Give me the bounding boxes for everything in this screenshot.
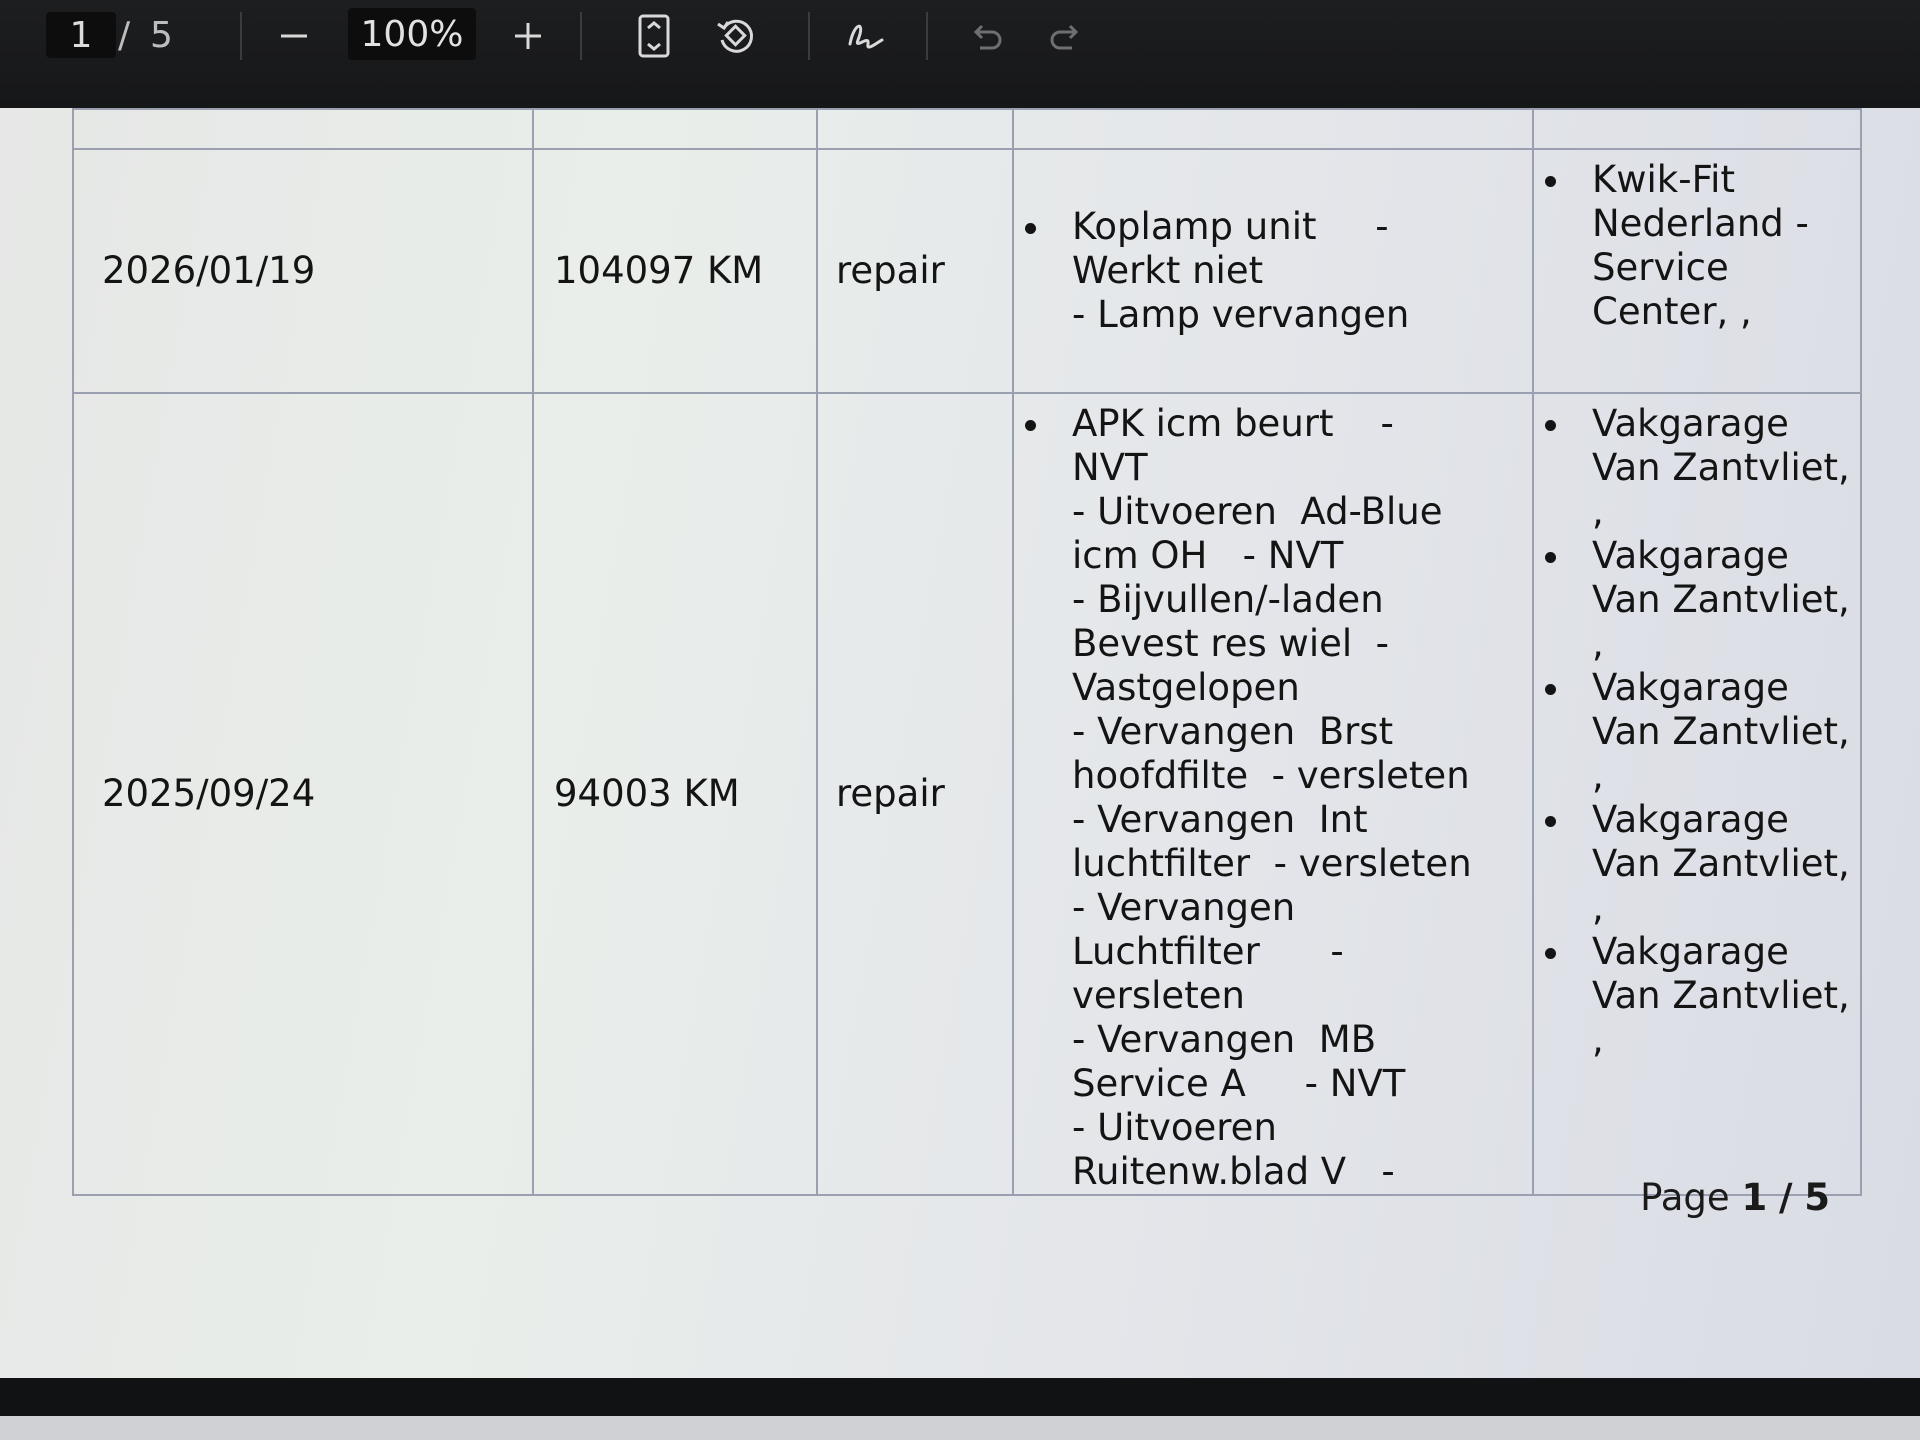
garage-cell: Vakgarage Van Zantvliet, , Vakgarage Van…	[1532, 392, 1862, 1196]
description-cell: APK icm beurt - NVT - Uitvoeren Ad-Blue …	[1012, 392, 1534, 1196]
toolbar-divider	[240, 12, 242, 60]
garage-item: Vakgarage Van Zantvliet, ,	[1574, 666, 1850, 798]
plus-icon	[515, 23, 541, 49]
table-header-row-partial	[72, 108, 1862, 150]
description-line: - Bijvullen/-laden	[1072, 578, 1384, 621]
garage-list: Vakgarage Van Zantvliet, , Vakgarage Van…	[1534, 402, 1860, 1062]
redo-icon	[1050, 24, 1079, 50]
garage-item: Vakgarage Van Zantvliet, ,	[1574, 402, 1850, 534]
redo-button[interactable]	[1036, 6, 1096, 66]
description-line: hoofdfilte - versleten	[1072, 754, 1470, 797]
toolbar-divider	[580, 12, 582, 60]
footer-page-current: 1	[1741, 1176, 1768, 1219]
page-number-input[interactable]: 1	[46, 12, 116, 58]
mileage-value: 94003 KM	[554, 772, 740, 815]
description-list: Koplamp unit - Werkt niet - Lamp vervang…	[1014, 205, 1532, 337]
pdf-page: 2026/01/19 104097 KM repair Koplamp unit…	[0, 108, 1920, 1378]
type-cell: repair	[816, 392, 1014, 1196]
viewer-bottom-strip	[0, 1416, 1920, 1440]
table-row: 2025/09/24 94003 KM repair APK icm beurt…	[72, 392, 1862, 1196]
description-line: Ruitenw.blad V -	[1072, 1150, 1395, 1193]
description-line: versleten	[1072, 974, 1245, 1017]
date-value: 2025/09/24	[102, 772, 316, 815]
footer-page-label: Page	[1640, 1176, 1730, 1219]
description-list: APK icm beurt - NVT - Uitvoeren Ad-Blue …	[1014, 402, 1532, 1194]
type-value: repair	[836, 249, 945, 292]
garage-name: Vakgarage Van Zantvliet, ,	[1592, 930, 1850, 1061]
fit-to-page-icon	[638, 14, 670, 58]
garage-name: Vakgarage Van Zantvliet, ,	[1592, 666, 1850, 797]
page-footer: Page 1 / 5	[1640, 1176, 1830, 1219]
rotate-icon	[717, 19, 754, 53]
description-line: - Uitvoeren	[1072, 1106, 1277, 1149]
table-cell	[1012, 108, 1534, 150]
maintenance-table: 2026/01/19 104097 KM repair Koplamp unit…	[72, 108, 1862, 1196]
table-cell	[1532, 108, 1862, 150]
description-line: - Vervangen MB	[1072, 1018, 1377, 1061]
description-line: Luchtfilter -	[1072, 930, 1344, 973]
mileage-cell: 104097 KM	[532, 148, 818, 394]
description-line: Bevest res wiel -	[1072, 622, 1390, 665]
garage-name: Vakgarage Van Zantvliet, ,	[1592, 402, 1850, 533]
footer-page-separator: /	[1778, 1176, 1793, 1219]
viewer-bottom-bar	[0, 1378, 1920, 1416]
garage-item: Vakgarage Van Zantvliet, ,	[1574, 930, 1850, 1062]
table-cell	[816, 108, 1014, 150]
mileage-cell: 94003 KM	[532, 392, 818, 1196]
undo-button[interactable]	[956, 6, 1016, 66]
garage-name: Vakgarage Van Zantvliet, ,	[1592, 534, 1850, 665]
description-line: - Vervangen	[1072, 886, 1296, 929]
type-value: repair	[836, 772, 945, 815]
description-line: - Lamp vervangen	[1072, 293, 1410, 336]
garage-name: Kwik-Fit Nederland - Service Center, ,	[1592, 158, 1809, 333]
garage-name: Vakgarage Van Zantvliet, ,	[1592, 798, 1850, 929]
description-line: Vastgelopen	[1072, 666, 1300, 709]
zoom-level-field[interactable]: 100%	[348, 8, 476, 60]
toolbar-divider	[808, 12, 810, 60]
garage-list: Kwik-Fit Nederland - Service Center, ,	[1534, 158, 1860, 334]
pdf-toolbar: 1 / 5 100%	[0, 0, 1920, 108]
date-value: 2026/01/19	[102, 249, 316, 292]
minus-icon	[281, 34, 307, 38]
description-line: - Vervangen Int	[1072, 798, 1368, 841]
description-line: APK icm beurt -	[1072, 402, 1394, 445]
undo-icon	[973, 24, 1002, 50]
zoom-in-button[interactable]	[498, 6, 558, 66]
page-separator: /	[118, 14, 131, 56]
toolbar-divider	[926, 12, 928, 60]
zoom-out-button[interactable]	[264, 6, 324, 66]
garage-cell: Kwik-Fit Nederland - Service Center, ,	[1532, 148, 1862, 394]
garage-item: Vakgarage Van Zantvliet, ,	[1574, 534, 1850, 666]
table-cell	[72, 108, 534, 150]
garage-item: Vakgarage Van Zantvliet, ,	[1574, 798, 1850, 930]
description-line: Koplamp unit -	[1072, 205, 1389, 248]
description-line: - Uitvoeren Ad-Blue	[1072, 490, 1443, 533]
page-total: 5	[150, 14, 173, 56]
annotate-button[interactable]	[836, 6, 896, 66]
table-cell	[532, 108, 818, 150]
description-line: Service A - NVT	[1072, 1062, 1406, 1105]
signature-icon	[848, 24, 884, 49]
description-line: NVT	[1072, 446, 1148, 489]
description-line: - Vervangen Brst	[1072, 710, 1394, 753]
mileage-value: 104097 KM	[554, 249, 764, 292]
description-line: Werkt niet	[1072, 249, 1264, 292]
date-cell: 2026/01/19	[72, 148, 534, 394]
description-cell: Koplamp unit - Werkt niet - Lamp vervang…	[1012, 148, 1534, 394]
description-line: luchtfilter - versleten	[1072, 842, 1472, 885]
rotate-button[interactable]	[706, 6, 766, 66]
description-item: APK icm beurt - NVT - Uitvoeren Ad-Blue …	[1054, 402, 1522, 1194]
type-cell: repair	[816, 148, 1014, 394]
table-row: 2026/01/19 104097 KM repair Koplamp unit…	[72, 148, 1862, 394]
date-cell: 2025/09/24	[72, 392, 534, 1196]
fit-page-button[interactable]	[624, 6, 684, 66]
description-item: Koplamp unit - Werkt niet - Lamp vervang…	[1054, 205, 1522, 337]
footer-page-total: 5	[1804, 1176, 1830, 1219]
description-line: icm OH - NVT	[1072, 534, 1344, 577]
garage-item: Kwik-Fit Nederland - Service Center, ,	[1574, 158, 1850, 334]
